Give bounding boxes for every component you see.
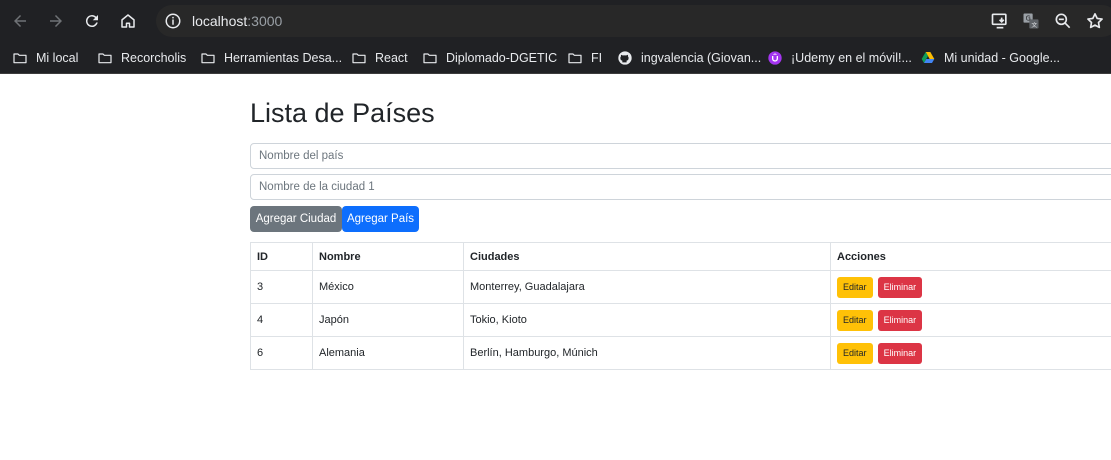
cell-actions: Editar Eliminar — [830, 303, 1111, 337]
cell-name: Alemania — [312, 336, 464, 370]
bookmark-react[interactable]: React — [351, 49, 408, 67]
zoom-icon[interactable] — [1053, 11, 1073, 31]
translate-icon[interactable]: G文 — [1021, 11, 1041, 31]
bookmark-mi-local[interactable]: Mi local — [12, 49, 78, 67]
delete-button[interactable]: Eliminar — [877, 342, 923, 364]
header-name: Nombre — [312, 242, 464, 271]
svg-text:G: G — [1026, 15, 1031, 23]
info-icon[interactable] — [164, 12, 182, 30]
bookmark-label: Recorcholis — [121, 51, 187, 65]
cell-name: Japón — [312, 303, 464, 337]
bookmark-udemy[interactable]: ¡Udemy en el móvil!... — [767, 49, 912, 67]
table-row: 6 Alemania Berlín, Hamburgo, Múnich Edit… — [250, 336, 1111, 370]
header-actions: Acciones — [830, 242, 1111, 271]
add-country-button[interactable]: Agregar País — [342, 206, 419, 232]
svg-text:文: 文 — [1031, 21, 1037, 29]
cell-cities: Monterrey, Guadalajara — [463, 270, 831, 304]
page-content: Lista de Países Agregar Ciudad Agregar P… — [250, 74, 1111, 460]
bookmark-label: ingvalencia (Giovan... — [641, 51, 762, 65]
cell-id: 6 — [250, 336, 313, 370]
folder-icon — [568, 53, 582, 64]
bookmark-label: React — [375, 51, 408, 65]
bookmark-label: FI — [591, 51, 603, 65]
google-drive-icon — [921, 52, 935, 63]
edit-button[interactable]: Editar — [837, 276, 873, 298]
header-cities: Ciudades — [463, 242, 831, 271]
url-text: localhost:3000 — [192, 13, 282, 29]
github-icon — [618, 51, 632, 65]
countries-table: ID Nombre Ciudades Acciones 3 México Mon… — [250, 242, 1111, 370]
arrow-left-icon — [14, 15, 26, 27]
address-bar[interactable]: localhost:3000 — [156, 5, 1111, 37]
add-city-button[interactable]: Agregar Ciudad — [250, 206, 342, 232]
table-row: 4 Japón Tokio, Kioto Editar Eliminar — [250, 303, 1111, 337]
url-host: localhost — [192, 13, 248, 29]
install-app-icon[interactable] — [990, 11, 1010, 31]
folder-icon — [423, 53, 437, 64]
header-id: ID — [250, 242, 313, 271]
cell-actions: Editar Eliminar — [830, 336, 1111, 370]
home-button[interactable] — [116, 9, 140, 33]
bookmark-drive[interactable]: Mi unidad - Google... — [920, 49, 1060, 67]
cell-actions: Editar Eliminar — [830, 270, 1111, 304]
home-icon — [121, 14, 135, 28]
bookmark-label: Mi local — [36, 51, 79, 65]
edit-button[interactable]: Editar — [837, 309, 873, 331]
bookmark-recorcholis[interactable]: Recorcholis — [97, 49, 186, 67]
folder-icon — [13, 53, 27, 64]
bookmark-label: ¡Udemy en el móvil!... — [791, 51, 912, 65]
table-header-row: ID Nombre Ciudades Acciones — [250, 242, 1111, 271]
cell-id: 4 — [250, 303, 313, 337]
edit-button[interactable]: Editar — [837, 342, 873, 364]
bookmarks-bar: Mi local Recorcholis Herramientas Desa..… — [0, 42, 1111, 74]
delete-button[interactable]: Eliminar — [877, 276, 923, 298]
back-button[interactable] — [8, 9, 32, 33]
arrow-right-icon — [50, 15, 62, 27]
bookmark-github[interactable]: ingvalencia (Giovan... — [617, 49, 761, 67]
page-title: Lista de Países — [250, 98, 435, 128]
forward-button[interactable] — [44, 9, 68, 33]
country-name-input[interactable] — [250, 143, 1111, 169]
folder-icon — [98, 53, 112, 64]
reload-button[interactable] — [80, 9, 104, 33]
bookmark-label: Mi unidad - Google... — [944, 51, 1061, 65]
url-port: :3000 — [247, 13, 283, 29]
bookmark-star-icon[interactable] — [1085, 11, 1105, 31]
delete-button[interactable]: Eliminar — [877, 309, 923, 331]
city-name-input[interactable] — [250, 174, 1111, 200]
browser-toolbar: localhost:3000 G文 — [0, 0, 1111, 42]
cell-id: 3 — [250, 270, 313, 304]
cell-cities: Tokio, Kioto — [463, 303, 831, 337]
bookmark-label: Diplomado-DGETIC — [446, 51, 558, 65]
cell-cities: Berlín, Hamburgo, Múnich — [463, 336, 831, 370]
bookmark-label: Herramientas Desa... — [224, 51, 343, 65]
cell-name: México — [312, 270, 464, 304]
reload-icon — [85, 15, 98, 28]
folder-icon — [201, 53, 215, 64]
folder-icon — [352, 53, 366, 64]
bookmark-diplomado[interactable]: Diplomado-DGETIC — [422, 49, 557, 67]
udemy-icon — [768, 51, 782, 65]
bookmark-herramientas[interactable]: Herramientas Desa... — [200, 49, 342, 67]
table-row: 3 México Monterrey, Guadalajara Editar E… — [250, 270, 1111, 304]
bookmark-fi[interactable]: FI — [567, 49, 602, 67]
